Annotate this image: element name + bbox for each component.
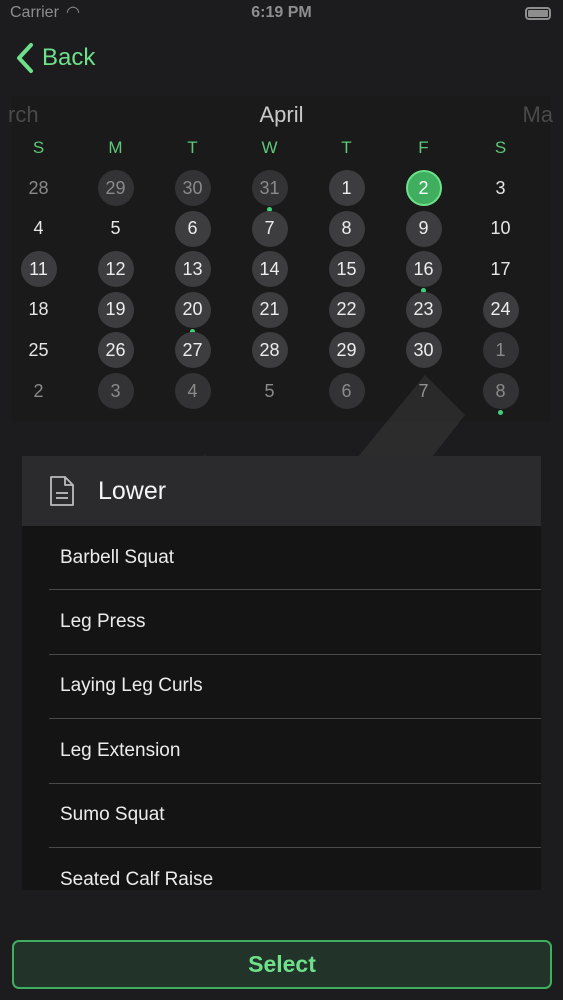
calendar-day[interactable]: 4: [21, 211, 57, 247]
calendar-day[interactable]: 29: [97, 170, 134, 206]
exercise-item[interactable]: Leg Extension: [49, 719, 541, 784]
weekday-label: T: [187, 138, 198, 157]
calendar-day[interactable]: 20: [174, 291, 211, 328]
calendar-day[interactable]: 5: [98, 211, 134, 247]
calendar-day[interactable]: 28: [251, 332, 288, 369]
calendar-day[interactable]: 31: [251, 170, 288, 206]
exercise-item[interactable]: Leg Press: [49, 590, 541, 655]
calendar-day[interactable]: 28: [21, 170, 57, 206]
calendar-day[interactable]: 18: [21, 292, 57, 328]
exercise-item[interactable]: Sumo Squat: [49, 784, 541, 848]
exercise-item[interactable]: Laying Leg Curls: [49, 655, 541, 720]
calendar-day[interactable]: 14: [251, 251, 288, 288]
calendar-day[interactable]: 26: [97, 332, 134, 369]
calendar-day[interactable]: 29: [328, 332, 365, 369]
calendar-day[interactable]: 21: [251, 291, 288, 328]
weekday-label: M: [108, 138, 123, 157]
calendar: rch April Ma SMTWTFS 28 29 30 31 1 2 3 4 5 6 7 8 9 10…: [8, 96, 553, 422]
month-header: rch April Ma: [8, 96, 553, 138]
calendar-day[interactable]: 27: [174, 332, 211, 369]
calendar-day[interactable]: 24: [482, 291, 519, 328]
exercise-item[interactable]: Seated Calf Raise: [49, 848, 541, 890]
calendar-day[interactable]: 2: [21, 373, 57, 409]
calendar-day[interactable]: 13: [174, 251, 211, 288]
current-month-label: April: [259, 102, 304, 127]
workout-title: Lower: [98, 476, 167, 505]
calendar-day[interactable]: 6: [174, 210, 211, 247]
exercise-item[interactable]: Barbell Squat: [49, 526, 541, 591]
calendar-day[interactable]: 15: [328, 251, 365, 288]
battery-icon: [525, 7, 551, 20]
calendar-day[interactable]: 17: [483, 251, 519, 287]
calendar-day[interactable]: 8: [482, 373, 519, 409]
calendar-day[interactable]: 30: [174, 170, 211, 206]
calendar-day[interactable]: 3: [483, 170, 519, 206]
weekday-label: T: [341, 138, 352, 157]
calendar-day[interactable]: 5: [252, 373, 288, 409]
calendar-day[interactable]: 8: [328, 210, 365, 247]
calendar-day[interactable]: 3: [97, 373, 134, 409]
chevron-left-icon: [17, 43, 33, 73]
workout-header[interactable]: Lower: [22, 456, 541, 526]
calendar-day[interactable]: 23: [405, 291, 442, 328]
calendar-day[interactable]: 2: [405, 170, 442, 206]
document-icon: [50, 476, 74, 506]
calendar-day[interactable]: 10: [483, 211, 519, 247]
calendar-day[interactable]: 7: [251, 210, 288, 247]
back-button[interactable]: Back: [14, 38, 95, 78]
status-bar: Carrier ◠ 6:19 PM: [0, 0, 563, 30]
calendar-day[interactable]: 19: [97, 291, 134, 328]
calendar-day[interactable]: 9: [405, 210, 442, 247]
calendar-day[interactable]: 1: [482, 332, 519, 369]
calendar-day[interactable]: 6: [328, 373, 365, 409]
back-label: Back: [42, 44, 96, 71]
calendar-day[interactable]: 7: [406, 373, 442, 409]
calendar-day[interactable]: 11: [20, 251, 57, 288]
calendar-day[interactable]: 1: [328, 170, 365, 206]
calendar-day[interactable]: 30: [405, 332, 442, 369]
weekday-header: SMTWTFS: [12, 138, 551, 168]
select-button[interactable]: Select: [12, 940, 552, 989]
weekday-label: F: [418, 138, 429, 157]
weekday-label: S: [32, 138, 45, 157]
weekday-label: S: [494, 138, 507, 157]
calendar-day[interactable]: 25: [21, 332, 57, 368]
weekday-label: W: [261, 138, 278, 157]
workout-panel: Lower Barbell Squat Leg Press Laying Leg…: [22, 456, 541, 890]
exercise-list: Barbell Squat Leg Press Laying Leg Curls…: [22, 526, 541, 890]
workout-dot-indicator: [498, 410, 503, 415]
calendar-day[interactable]: 12: [97, 251, 134, 288]
status-time: 6:19 PM: [251, 4, 312, 21]
next-month-label[interactable]: Ma: [522, 102, 553, 128]
calendar-day[interactable]: 16: [405, 251, 442, 288]
calendar-day[interactable]: 22: [328, 291, 365, 328]
calendar-day[interactable]: 4: [174, 373, 211, 409]
